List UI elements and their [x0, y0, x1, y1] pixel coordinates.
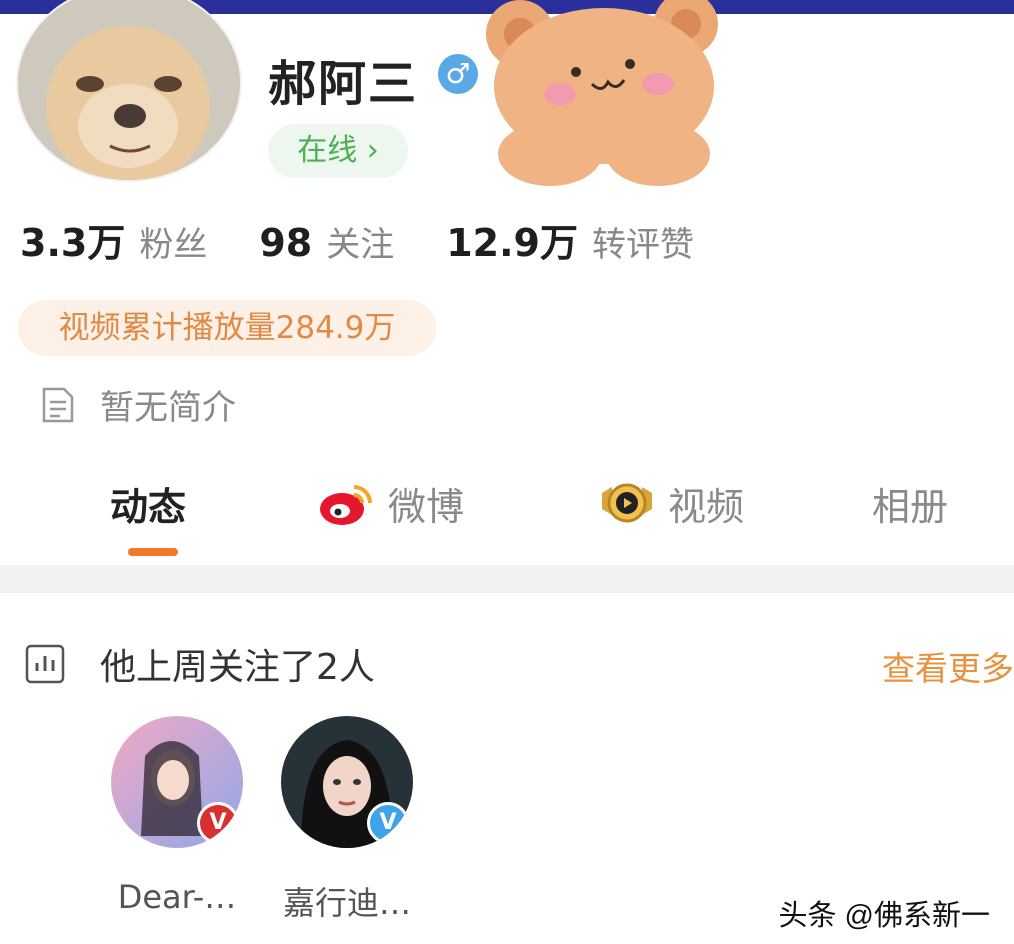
stat-label: 粉丝 — [139, 225, 208, 265]
tab-videos[interactable]: 视频 — [598, 476, 744, 531]
tab-label: 相册 — [872, 485, 949, 529]
followed-user-name: Dear-… — [117, 878, 237, 916]
stat-followers[interactable]: 3.3万 粉丝 — [20, 212, 207, 267]
followed-user[interactable]: V Dear-… — [102, 716, 252, 916]
profile-stats: 3.3万 粉丝 98 关注 12.9万 转评赞 — [20, 212, 746, 272]
bear-sticker — [486, 0, 718, 186]
bio-text: 暂无简介 — [100, 388, 236, 428]
stat-value: 3.3万 — [20, 221, 126, 265]
profile-tabs: 动态 微博 视频 相册 — [0, 468, 1014, 558]
weibo-icon — [320, 484, 372, 525]
tab-label: 动态 — [110, 485, 187, 529]
dog-avatar-image — [18, 0, 240, 180]
tab-label: 微博 — [388, 485, 465, 529]
stat-value: 98 — [259, 221, 313, 265]
stat-label: 转评赞 — [591, 225, 694, 265]
document-icon — [42, 387, 74, 422]
bio-row: 暂无简介 — [40, 380, 236, 429]
bar-chart-icon — [25, 644, 65, 684]
recent-follows-header: 他上周关注了2人 查看更多 — [24, 636, 1014, 692]
avatar: V — [281, 716, 413, 848]
stat-value: 12.9万 — [446, 221, 578, 265]
followed-user[interactable]: V 嘉行迪… — [272, 716, 422, 924]
followed-user-name: 嘉行迪… — [282, 884, 411, 922]
stat-following[interactable]: 98 关注 — [259, 217, 394, 266]
stat-label: 关注 — [326, 225, 395, 265]
recent-follows-title: 他上周关注了2人 — [100, 647, 375, 688]
video-badge-icon — [602, 483, 652, 522]
section-divider — [0, 565, 1014, 593]
male-icon: ♂ — [438, 54, 478, 94]
see-more-link[interactable]: 查看更多 — [882, 642, 1014, 690]
stat-interactions[interactable]: 12.9万 转评赞 — [446, 212, 694, 267]
watermark: 头条 @佛系新一 — [778, 900, 991, 932]
tab-weibo[interactable]: 微博 — [318, 476, 464, 531]
verified-badge-icon: V — [367, 802, 409, 844]
tab-posts[interactable]: 动态 — [110, 476, 186, 531]
avatar: V — [111, 716, 243, 848]
profile-avatar[interactable] — [16, 0, 242, 182]
tab-label: 视频 — [668, 485, 745, 529]
active-tab-indicator — [128, 548, 178, 556]
tab-album[interactable]: 相册 — [872, 476, 948, 531]
profile-name: 郝阿三 — [268, 56, 419, 112]
verified-badge-icon: V — [197, 802, 239, 844]
video-play-count-badge[interactable]: 视频累计播放量284.9万 — [18, 300, 436, 356]
online-status-button[interactable]: 在线 › — [268, 124, 408, 178]
